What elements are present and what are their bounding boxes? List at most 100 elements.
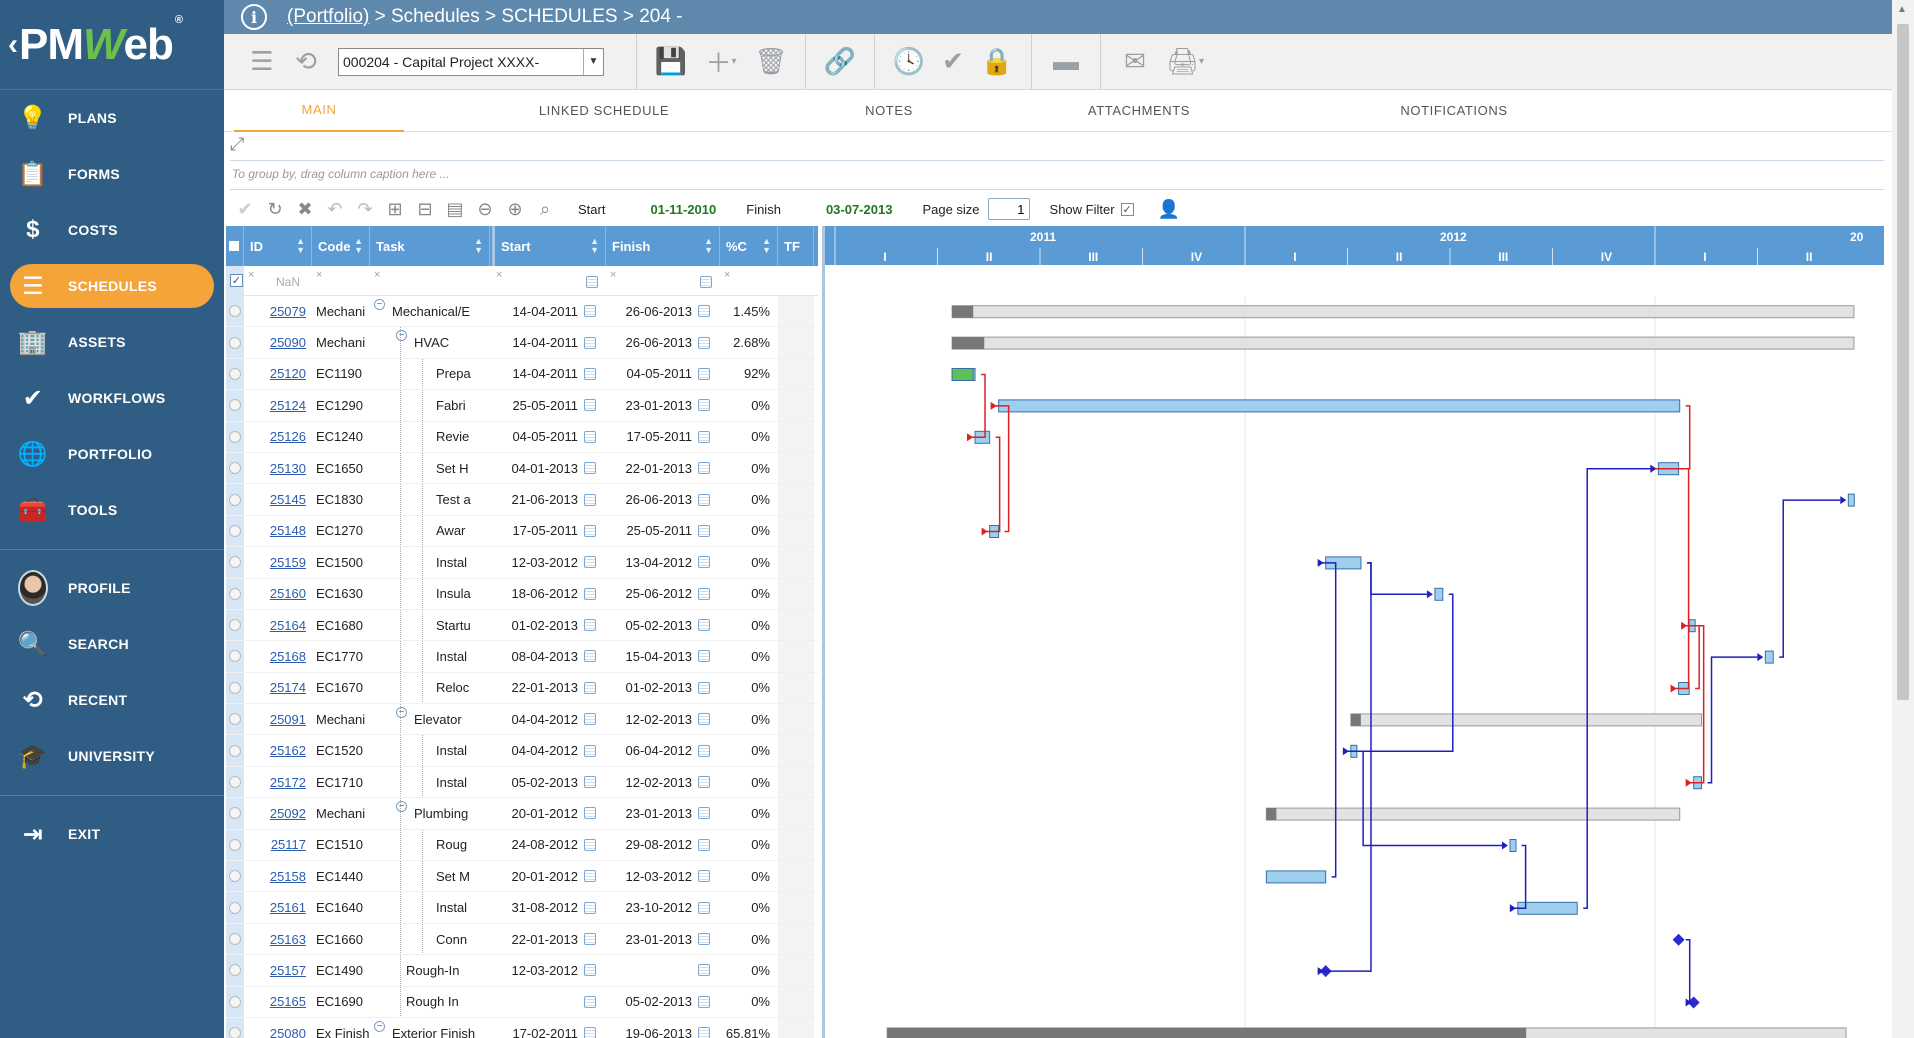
clear-filter-icon[interactable]: × (724, 269, 730, 281)
calendar-icon[interactable] (698, 336, 710, 349)
column-header-task[interactable]: Task ▲ ▼ (370, 226, 490, 266)
table-row[interactable]: 25126 EC1240 Revie 04-05-2011 17-05-2011 0% (226, 421, 818, 453)
task-name[interactable]: Exterior Finish (392, 1026, 475, 1038)
calendar-icon[interactable] (584, 964, 596, 977)
cell-start[interactable]: 22-01-2013 (496, 924, 606, 954)
calendar-icon[interactable] (698, 619, 710, 632)
clear-filter-icon[interactable]: × (374, 269, 380, 281)
sort-icon[interactable]: ▲ ▼ (590, 237, 599, 255)
clear-filter-icon[interactable]: × (248, 269, 254, 281)
task-id-link[interactable]: 25091 (270, 712, 306, 727)
task-id-link[interactable]: 25117 (271, 837, 306, 852)
calendar-icon[interactable] (698, 838, 710, 851)
table-row[interactable]: 25079 Mechani − Mechanical/E 14-04-2011 26-06… (226, 296, 818, 328)
calendar-icon[interactable] (584, 681, 596, 694)
cell-start[interactable]: 05-02-2013 (496, 767, 606, 797)
cell-start[interactable]: 20-01-2012 (496, 798, 606, 828)
cell-start[interactable]: 01-02-2013 (496, 610, 606, 640)
sidebar-item-costs[interactable]: $ COSTS (0, 202, 224, 258)
task-id-link[interactable]: 25080 (270, 1026, 306, 1038)
scrollbar-thumb[interactable] (1897, 24, 1909, 700)
row-select-radio[interactable] (229, 767, 243, 797)
task-name[interactable]: Test a (436, 492, 471, 507)
sort-icon[interactable]: ▲ ▼ (762, 237, 771, 255)
task-name[interactable]: Plumbing (414, 806, 468, 821)
folder-icon[interactable]: ▬ (1044, 42, 1088, 82)
row-select-radio[interactable] (229, 579, 243, 609)
task-name[interactable]: Roug (436, 837, 467, 852)
calendar-icon[interactable] (586, 276, 598, 288)
id-filter-value[interactable]: NaN (276, 275, 300, 289)
task-id-link[interactable]: 25148 (270, 523, 306, 538)
sidebar-item-university[interactable]: 🎓 UNIVERSITY (0, 728, 224, 784)
email-icon[interactable]: ✉ (1113, 42, 1157, 82)
cell-finish[interactable]: 23-01-2013 (610, 798, 720, 828)
task-name[interactable]: Startu (436, 618, 471, 633)
calendar-icon[interactable] (584, 807, 596, 820)
link-icon[interactable]: 🔗 (818, 42, 862, 82)
cell-finish[interactable]: 06-04-2012 (610, 735, 720, 765)
cell-start[interactable]: 08-04-2013 (496, 641, 606, 671)
cell-finish[interactable]: 23-01-2013 (610, 924, 720, 954)
task-name[interactable]: Instal (436, 649, 467, 664)
row-select-radio[interactable] (229, 924, 243, 954)
task-id-link[interactable]: 25120 (270, 366, 306, 381)
sidebar-item-schedules[interactable]: ☰ SCHEDULES (10, 264, 214, 308)
cell-start[interactable]: 21-06-2013 (496, 484, 606, 514)
cell-start[interactable]: 12-03-2012 (496, 547, 606, 577)
cell-start[interactable]: 04-04-2012 (496, 735, 606, 765)
row-select-radio[interactable] (229, 547, 243, 577)
table-row[interactable]: 25174 EC1670 Reloc 22-01-2013 01-02-2013 0% (226, 672, 818, 705)
calendar-icon[interactable] (584, 462, 596, 475)
cell-start[interactable]: 18-06-2012 (496, 579, 606, 609)
task-name[interactable]: Set M (436, 869, 470, 884)
cell-finish[interactable]: 26-06-2013 (610, 296, 720, 326)
filter-row-checkbox[interactable]: ✓ (230, 274, 243, 287)
calendar-icon[interactable] (584, 1027, 596, 1038)
task-id-link[interactable]: 25126 (270, 429, 306, 444)
list-view-icon[interactable]: ☰ (240, 42, 284, 82)
sidebar-item-tools[interactable]: 🧰 TOOLS (0, 482, 224, 538)
table-row[interactable]: 25159 EC1500 Instal 12-03-2012 13-04-2012 0% (226, 547, 818, 579)
task-id-link[interactable]: 25172 (270, 775, 306, 790)
task-id-link[interactable]: 25158 (270, 869, 306, 884)
task-id-link[interactable]: 25130 (270, 461, 306, 476)
sort-icon[interactable]: ▲ ▼ (296, 237, 305, 255)
row-select-radio[interactable] (229, 484, 243, 514)
cell-finish[interactable]: 12-02-2013 (610, 704, 720, 734)
clock-icon[interactable]: 🕓 (887, 42, 931, 82)
column-header-tf[interactable]: TF (778, 226, 814, 266)
cell-finish[interactable]: 25-06-2012 (610, 579, 720, 609)
calendar-icon[interactable] (584, 619, 596, 632)
table-row[interactable]: 25092 Mechani − Plumbing 20-01-2012 23-01-201… (226, 798, 818, 830)
row-select-radio[interactable] (229, 641, 243, 671)
row-select-radio[interactable] (229, 359, 243, 389)
cell-finish[interactable]: 12-02-2013 (610, 767, 720, 797)
calendar-icon[interactable] (698, 681, 710, 694)
row-select-radio[interactable] (229, 610, 243, 640)
column-header-code[interactable]: Code ▲ ▼ (312, 226, 370, 266)
cell-start[interactable]: 22-01-2013 (496, 673, 606, 703)
calendar-icon[interactable] (584, 776, 596, 789)
cell-finish[interactable]: 05-02-2013 (610, 987, 720, 1017)
sidebar-item-search[interactable]: 🔍 SEARCH (0, 616, 224, 672)
tree-collapse-toggle[interactable]: − (396, 707, 407, 719)
select-all-checkbox[interactable] (226, 226, 244, 266)
task-id-link[interactable]: 25164 (270, 618, 306, 633)
table-row[interactable]: 25163 EC1660 Conn 22-01-2013 23-01-2013 0% (226, 923, 818, 956)
task-name[interactable]: Instal (436, 743, 467, 758)
cell-start[interactable]: 25-05-2011 (496, 390, 606, 420)
table-row[interactable]: 25162 EC1520 Instal 04-04-2012 06-04-2012 0% (226, 735, 818, 767)
calendar-icon[interactable] (698, 462, 710, 475)
cell-finish[interactable]: 22-01-2013 (610, 453, 720, 483)
table-row[interactable]: 25172 EC1710 Instal 05-02-2013 12-02-2013 0% (226, 766, 818, 799)
scroll-up-arrow[interactable]: ▲ (1897, 4, 1907, 15)
show-filter-checkbox[interactable]: ✓ (1120, 202, 1134, 216)
cell-finish[interactable]: 26-06-2013 (610, 327, 720, 357)
calendar-icon[interactable] (584, 744, 596, 757)
table-row[interactable]: 25145 EC1830 Test a 21-06-2013 26-06-2013 0% (226, 484, 818, 516)
cell-start[interactable]: 14-04-2011 (496, 296, 606, 326)
table-row[interactable]: 25120 EC1190 Prepa 14-04-2011 04-05-2011 92% (226, 358, 818, 391)
tree-collapse-toggle[interactable]: − (396, 330, 407, 342)
row-select-radio[interactable] (229, 798, 243, 828)
